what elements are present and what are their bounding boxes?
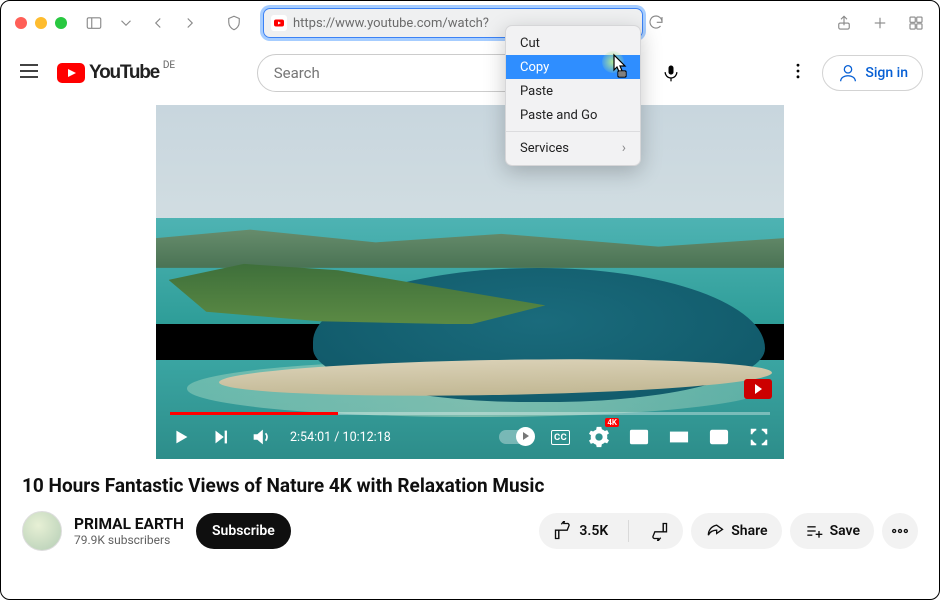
youtube-wordmark: YouTube bbox=[89, 62, 159, 84]
fullscreen-icon[interactable] bbox=[748, 426, 770, 448]
miniplayer-icon[interactable] bbox=[628, 426, 650, 448]
dislike-button[interactable] bbox=[635, 513, 683, 549]
window-controls bbox=[15, 17, 67, 29]
channel-name[interactable]: PRIMAL EARTH bbox=[74, 515, 184, 533]
captions-button[interactable]: CC bbox=[551, 430, 570, 445]
save-button[interactable]: Save bbox=[790, 513, 874, 549]
cast-icon[interactable] bbox=[708, 426, 730, 448]
context-menu-cut[interactable]: Cut bbox=[506, 31, 640, 55]
volume-icon[interactable] bbox=[250, 426, 272, 448]
back-button[interactable] bbox=[149, 14, 167, 32]
forward-button[interactable] bbox=[181, 14, 199, 32]
autoplay-toggle[interactable] bbox=[499, 430, 533, 444]
player-controls: 2:54:01 / 10:12:18 CC 4K bbox=[156, 415, 784, 459]
minimize-window-button[interactable] bbox=[35, 17, 47, 29]
play-button[interactable] bbox=[170, 426, 192, 448]
channel-block[interactable]: PRIMAL EARTH 79.9K subscribers bbox=[22, 511, 184, 551]
subscribe-button[interactable]: Subscribe bbox=[196, 513, 291, 549]
tab-group-chevron-icon[interactable] bbox=[117, 14, 135, 32]
youtube-masthead: YouTube DE Sign in bbox=[1, 45, 939, 101]
signin-button[interactable]: Sign in bbox=[822, 55, 923, 91]
share-button[interactable]: Share bbox=[691, 513, 781, 549]
context-menu-paste[interactable]: Paste bbox=[506, 79, 640, 103]
signin-label: Sign in bbox=[865, 65, 908, 81]
privacy-shield-icon[interactable] bbox=[225, 14, 243, 32]
close-window-button[interactable] bbox=[15, 17, 27, 29]
theater-mode-icon[interactable] bbox=[668, 426, 690, 448]
next-button[interactable] bbox=[210, 426, 232, 448]
like-button[interactable]: 3.5K bbox=[539, 513, 622, 549]
sidebar-icon[interactable] bbox=[85, 14, 103, 32]
tab-overview-icon[interactable] bbox=[907, 14, 925, 32]
channel-watermark[interactable] bbox=[744, 379, 772, 399]
new-tab-icon[interactable] bbox=[871, 14, 889, 32]
youtube-favicon bbox=[271, 15, 287, 31]
video-player[interactable]: 2:54:01 / 10:12:18 CC 4K bbox=[156, 105, 784, 459]
browser-toolbar: https://www.youtube.com/watch? bbox=[1, 1, 939, 45]
context-menu-copy[interactable]: Copy bbox=[506, 55, 640, 79]
video-title: 10 Hours Fantastic Views of Nature 4K wi… bbox=[22, 473, 918, 499]
context-menu-services[interactable]: Services› bbox=[506, 136, 640, 160]
share-icon[interactable] bbox=[835, 14, 853, 32]
context-menu: Cut Copy Paste Paste and Go Services› bbox=[505, 25, 641, 166]
reload-icon[interactable] bbox=[647, 14, 665, 32]
context-menu-separator bbox=[506, 131, 640, 132]
settings-icon[interactable] bbox=[788, 61, 808, 85]
subscriber-count: 79.9K subscribers bbox=[74, 533, 184, 547]
context-menu-paste-and-go[interactable]: Paste and Go bbox=[506, 103, 640, 127]
time-display: 2:54:01 / 10:12:18 bbox=[290, 430, 391, 445]
channel-avatar[interactable] bbox=[22, 511, 62, 551]
locale-label: DE bbox=[163, 60, 175, 71]
maximize-window-button[interactable] bbox=[55, 17, 67, 29]
chevron-right-icon: › bbox=[622, 140, 626, 156]
like-dislike-group: 3.5K bbox=[539, 513, 683, 549]
hamburger-menu-icon[interactable] bbox=[17, 59, 41, 87]
voice-search-icon[interactable] bbox=[651, 53, 691, 93]
video-frame bbox=[156, 105, 784, 459]
youtube-logo[interactable]: YouTube DE bbox=[57, 62, 159, 84]
more-actions-button[interactable] bbox=[882, 513, 918, 549]
settings-gear-icon[interactable]: 4K bbox=[588, 426, 610, 448]
